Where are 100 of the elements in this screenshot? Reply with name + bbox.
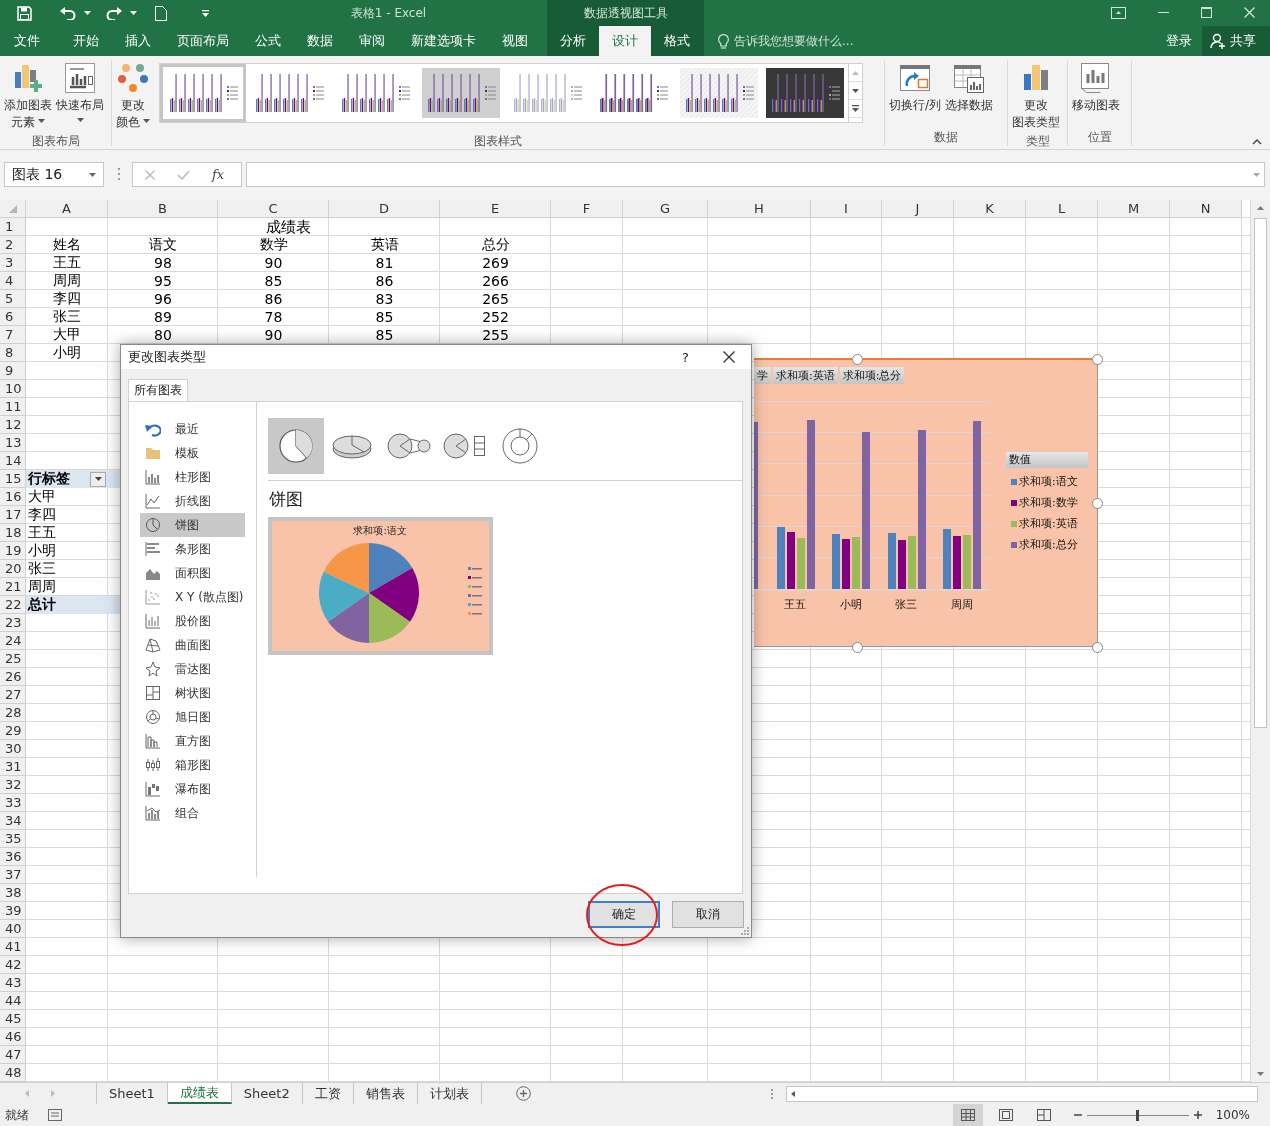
- row-header[interactable]: 21: [0, 578, 26, 596]
- check-icon[interactable]: [177, 169, 190, 180]
- ribbon-display-icon[interactable]: [1111, 7, 1126, 19]
- field-button[interactable]: 学: [754, 367, 771, 384]
- ribbon-tab[interactable]: 公式: [242, 26, 294, 56]
- column-header[interactable]: F: [551, 200, 623, 218]
- ribbon-tab[interactable]: 文件: [0, 26, 60, 56]
- ribbon-button[interactable]: 更改 图表类型: [1011, 60, 1061, 133]
- row-header[interactable]: 19: [0, 542, 26, 560]
- caret-icon[interactable]: [89, 172, 96, 177]
- row-header[interactable]: 11: [0, 398, 26, 416]
- row-header[interactable]: 28: [0, 704, 26, 722]
- row-header[interactable]: 38: [0, 884, 26, 902]
- row-header[interactable]: 22: [0, 596, 26, 614]
- column-header[interactable]: A: [26, 200, 108, 218]
- row-header[interactable]: 24: [0, 632, 26, 650]
- row-header[interactable]: 20: [0, 560, 26, 578]
- column-header[interactable]: L: [1026, 200, 1098, 218]
- zoom-out-icon[interactable]: [1073, 1111, 1082, 1119]
- collapse-ribbon-icon[interactable]: [1252, 139, 1262, 145]
- help-button[interactable]: ?: [682, 349, 689, 365]
- column-header[interactable]: B: [108, 200, 218, 218]
- ribbon-button[interactable]: 选择数据: [944, 60, 995, 116]
- row-header[interactable]: 23: [0, 614, 26, 632]
- horizontal-scrollbar[interactable]: [785, 1085, 1258, 1102]
- column-header[interactable]: J: [882, 200, 954, 218]
- column-header[interactable]: I: [811, 200, 882, 218]
- resize-handle[interactable]: [852, 354, 863, 365]
- row-header[interactable]: 40: [0, 920, 26, 938]
- chart-type-item[interactable]: 树状图: [140, 681, 245, 705]
- ribbon-tab[interactable]: 审阅: [346, 26, 398, 56]
- row-header[interactable]: 4: [0, 272, 26, 290]
- row-header[interactable]: 5: [0, 290, 26, 308]
- column-header[interactable]: D: [329, 200, 440, 218]
- chart-type-item[interactable]: 股价图: [140, 609, 245, 633]
- row-header[interactable]: 17: [0, 506, 26, 524]
- filter-button[interactable]: [90, 471, 106, 487]
- ribbon-button[interactable]: 移动图表: [1071, 60, 1121, 116]
- column-header[interactable]: M: [1098, 200, 1170, 218]
- zoom-level[interactable]: 100%: [1215, 1108, 1250, 1122]
- row-header[interactable]: 37: [0, 866, 26, 884]
- row-header[interactable]: 8: [0, 344, 26, 362]
- row-header[interactable]: 27: [0, 686, 26, 704]
- row-header[interactable]: 33: [0, 794, 26, 812]
- chart-type-item[interactable]: 模板: [140, 441, 245, 465]
- tell-me-box[interactable]: 告诉我您想要做什么...: [718, 26, 854, 56]
- chart-type-item[interactable]: 组合: [140, 801, 245, 825]
- zoom-slider-thumb[interactable]: [1136, 1109, 1140, 1121]
- row-header[interactable]: 16: [0, 488, 26, 506]
- ribbon-button[interactable]: 更改 颜色: [115, 60, 151, 133]
- chart-type-item[interactable]: 直方图: [140, 729, 245, 753]
- row-header[interactable]: 30: [0, 740, 26, 758]
- row-header[interactable]: 44: [0, 992, 26, 1010]
- document-icon[interactable]: [155, 5, 167, 21]
- row-header[interactable]: 35: [0, 830, 26, 848]
- row-header[interactable]: 7: [0, 326, 26, 344]
- row-header[interactable]: 42: [0, 956, 26, 974]
- field-button[interactable]: 求和项:英语: [773, 367, 838, 384]
- row-header[interactable]: 31: [0, 758, 26, 776]
- customize-icon[interactable]: [202, 9, 209, 17]
- chart-style-thumbnail[interactable]: [680, 68, 758, 118]
- chart-type-item[interactable]: 饼图: [140, 513, 245, 537]
- row-header[interactable]: 34: [0, 812, 26, 830]
- resize-handle[interactable]: [1092, 498, 1103, 509]
- sign-in-link[interactable]: 登录: [1166, 26, 1192, 56]
- row-header[interactable]: 39: [0, 902, 26, 920]
- chart-type-item[interactable]: 最近: [140, 417, 245, 441]
- chart-type-item[interactable]: 旭日图: [140, 705, 245, 729]
- ribbon-button[interactable]: 快速布局: [55, 60, 105, 131]
- add-sheet-icon[interactable]: [515, 1086, 531, 1101]
- column-header[interactable]: E: [440, 200, 551, 218]
- sheet-tab[interactable]: 成绩表: [167, 1083, 232, 1104]
- zoom-in-icon[interactable]: [1193, 1111, 1202, 1119]
- dialog-tab[interactable]: 所有图表: [128, 379, 188, 401]
- row-header[interactable]: 43: [0, 974, 26, 992]
- row-header[interactable]: 13: [0, 434, 26, 452]
- dialog-button[interactable]: 取消: [672, 901, 744, 928]
- resize-grip-icon[interactable]: [741, 927, 749, 935]
- name-box[interactable]: 图表 16: [4, 162, 104, 187]
- maximize-icon[interactable]: [1201, 7, 1212, 18]
- resize-handle[interactable]: [1092, 642, 1103, 653]
- chart-type-item[interactable]: 雷达图: [140, 657, 245, 681]
- row-header[interactable]: 25: [0, 650, 26, 668]
- chart-type-item[interactable]: 折线图: [140, 489, 245, 513]
- chart-preview[interactable]: 求和项:语文: [267, 517, 493, 655]
- dialog-button[interactable]: 确定: [588, 901, 660, 928]
- caret-icon[interactable]: [84, 11, 91, 15]
- close-icon[interactable]: [723, 351, 735, 363]
- insert-function-button[interactable]: fx: [212, 167, 225, 182]
- ribbon-tab[interactable]: 页面布局: [164, 26, 242, 56]
- ribbon-tab[interactable]: 视图: [489, 26, 541, 56]
- ribbon-tab[interactable]: 分析: [547, 26, 599, 56]
- resize-handle[interactable]: [1092, 354, 1103, 365]
- field-button[interactable]: 求和项:总分: [839, 367, 905, 384]
- row-header[interactable]: 14: [0, 452, 26, 470]
- ribbon-tab[interactable]: 设计: [599, 26, 651, 56]
- chart-style-thumbnail[interactable]: [422, 68, 500, 118]
- ribbon-tab[interactable]: 新建选项卡: [398, 26, 489, 56]
- resize-handle[interactable]: [852, 642, 863, 653]
- column-header[interactable]: G: [623, 200, 708, 218]
